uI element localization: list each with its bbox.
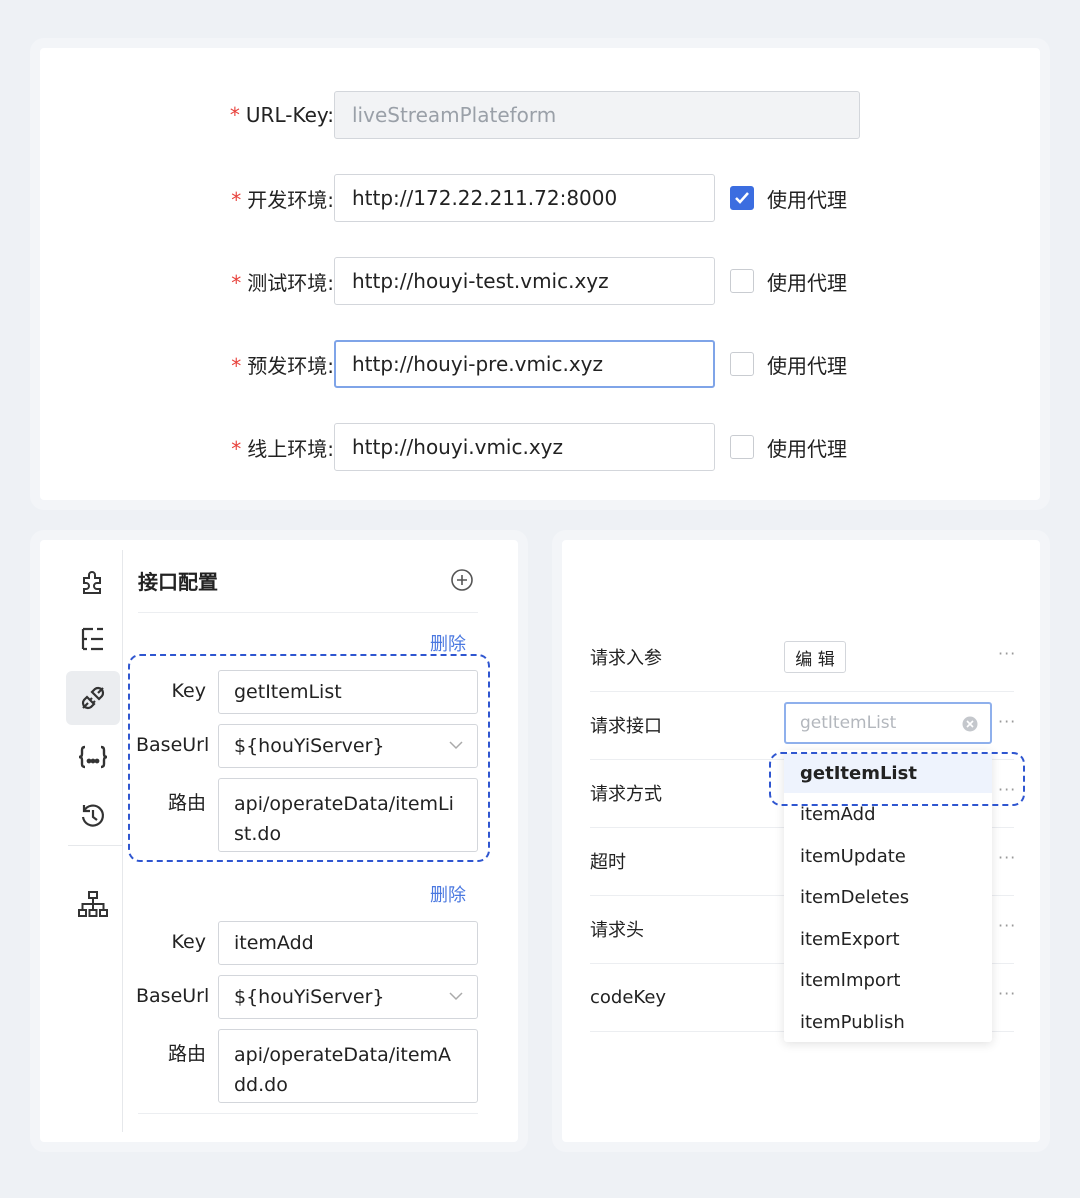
- baseurl-value: ${houYiServer}: [234, 986, 385, 1008]
- dev-env-label: * 开发环境:: [231, 187, 334, 212]
- chevron-down-icon: [449, 992, 463, 1001]
- more-icon[interactable]: ···: [998, 848, 1016, 867]
- clear-icon[interactable]: [962, 716, 978, 732]
- environment-form-card: * URL-Key: liveStreamPlateform * 开发环境: htt…: [30, 38, 1050, 510]
- panel-title: 接口配置: [138, 570, 218, 594]
- edit-button[interactable]: 编 辑: [784, 641, 846, 673]
- add-circle-icon[interactable]: [450, 568, 474, 592]
- key-label: Key: [171, 931, 206, 953]
- panel-divider: [138, 612, 478, 613]
- required-mark: *: [231, 353, 242, 378]
- row-label: 请求接口: [590, 716, 662, 737]
- dropdown-option[interactable]: itemDeletes: [784, 877, 992, 917]
- route-label: 路由: [167, 1043, 206, 1065]
- rail-divider: [68, 845, 122, 846]
- proxy-label: 使用代理: [767, 436, 847, 461]
- baseurl-select[interactable]: ${houYiServer}: [218, 975, 478, 1019]
- row-label: 请求方式: [590, 784, 662, 805]
- prod-proxy-checkbox[interactable]: 使用代理: [730, 423, 847, 471]
- dev-proxy-checkbox[interactable]: 使用代理: [730, 174, 847, 222]
- checkbox-checked-icon[interactable]: [730, 186, 754, 210]
- tree-list-icon[interactable]: [66, 612, 120, 666]
- route-input[interactable]: api/operateData/itemAdd.do: [218, 1029, 478, 1103]
- checkbox-icon[interactable]: [730, 435, 754, 459]
- delete-link[interactable]: 删除: [430, 881, 466, 907]
- required-mark: *: [231, 436, 242, 461]
- more-icon[interactable]: ···: [998, 916, 1016, 935]
- more-icon[interactable]: ···: [998, 644, 1016, 663]
- proxy-label: 使用代理: [767, 187, 847, 212]
- more-icon[interactable]: ···: [998, 984, 1016, 1003]
- test-env-label: * 测试环境:: [231, 270, 334, 295]
- dropdown-option[interactable]: itemPublish: [784, 1002, 992, 1042]
- highlight-dashed-box: [128, 654, 490, 862]
- panel-divider: [138, 1113, 478, 1114]
- endpoint-config-card: 接口配置 删除 Key getItemList BaseUrl ${houYiS…: [30, 530, 528, 1152]
- row-label: 请求头: [590, 920, 644, 941]
- required-mark: *: [231, 187, 242, 212]
- key-input[interactable]: itemAdd: [218, 921, 478, 965]
- prod-env-label: * 线上环境:: [231, 436, 334, 461]
- history-icon[interactable]: [66, 789, 120, 843]
- api-select-input[interactable]: getItemList: [784, 702, 992, 744]
- sitemap-icon[interactable]: [66, 877, 120, 931]
- sidebar-divider: [122, 550, 123, 1132]
- proxy-label: 使用代理: [767, 353, 847, 378]
- delete-link[interactable]: 删除: [430, 630, 466, 656]
- url-key-label: * URL-Key:: [229, 103, 334, 127]
- row-label: 超时: [590, 852, 626, 873]
- pre-env-input[interactable]: http://houyi-pre.vmic.xyz: [334, 340, 715, 388]
- test-env-input[interactable]: http://houyi-test.vmic.xyz: [334, 257, 715, 305]
- more-icon[interactable]: ···: [998, 712, 1016, 731]
- row-label: codeKey: [590, 986, 667, 1008]
- puzzle-icon[interactable]: [66, 554, 120, 608]
- required-mark: *: [231, 270, 242, 295]
- required-mark: *: [229, 103, 240, 127]
- checkbox-icon[interactable]: [730, 352, 754, 376]
- dropdown-option[interactable]: itemImport: [784, 960, 992, 1000]
- select-placeholder: getItemList: [800, 713, 897, 733]
- highlight-dashed-box: [769, 752, 1025, 806]
- dropdown-option[interactable]: itemExport: [784, 919, 992, 959]
- json-braces-icon[interactable]: [66, 730, 120, 784]
- url-key-input[interactable]: liveStreamPlateform: [334, 91, 860, 139]
- checkbox-icon[interactable]: [730, 269, 754, 293]
- test-proxy-checkbox[interactable]: 使用代理: [730, 257, 847, 305]
- pre-proxy-checkbox[interactable]: 使用代理: [730, 340, 847, 388]
- pre-env-label: * 预发环境:: [231, 353, 334, 378]
- dev-env-input[interactable]: http://172.22.211.72:8000: [334, 174, 715, 222]
- row-label: 请求入参: [590, 648, 662, 669]
- prod-env-input[interactable]: http://houyi.vmic.xyz: [334, 423, 715, 471]
- baseurl-label: BaseUrl: [136, 985, 210, 1007]
- proxy-label: 使用代理: [767, 270, 847, 295]
- request-config-card: 请求入参 请求接口 请求方式 超时 请求头 codeKey ··· ··· ··…: [552, 530, 1050, 1152]
- plug-icon[interactable]: [66, 671, 120, 725]
- dropdown-option[interactable]: itemUpdate: [784, 836, 992, 876]
